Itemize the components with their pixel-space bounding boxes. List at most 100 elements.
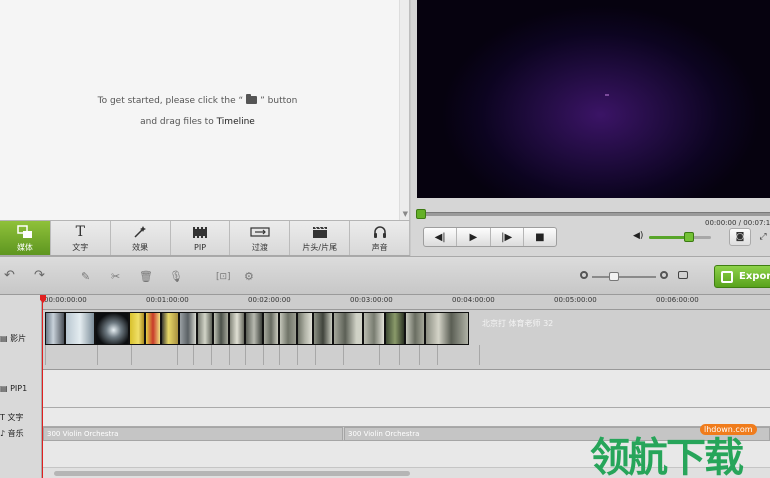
video-preview[interactable]	[417, 0, 770, 198]
zoom-knob[interactable]	[609, 272, 620, 281]
ruler-tick-label: 00:00:00:00	[44, 296, 87, 304]
video-clips	[45, 312, 469, 345]
track-video-label: 影片	[10, 334, 27, 343]
pip-track[interactable]	[42, 370, 770, 408]
settings-icon[interactable]: ⚙	[244, 271, 254, 282]
track-music-label: 音乐	[7, 429, 24, 438]
video-clip[interactable]	[425, 312, 469, 345]
track-text-label: 文字	[7, 413, 24, 422]
tab-intro-outro[interactable]: 片头/片尾	[290, 221, 351, 255]
track-video-header[interactable]: ▤ 影片	[0, 333, 26, 344]
tab-effects-label: 效果	[132, 242, 149, 252]
video-clip[interactable]	[129, 312, 145, 345]
previous-frame-icon: ◀|	[434, 231, 446, 243]
zoom-fit-button[interactable]	[678, 271, 688, 279]
previous-frame-button[interactable]: ◀|	[424, 228, 458, 246]
video-clip[interactable]	[363, 312, 385, 345]
zoom-in-button[interactable]	[660, 271, 668, 279]
seek-bar[interactable]	[416, 209, 770, 219]
video-clip[interactable]	[161, 312, 179, 345]
video-clip[interactable]	[197, 312, 213, 345]
volume-fill	[649, 236, 690, 239]
tab-pip[interactable]: PIP	[171, 221, 231, 255]
media-library-panel[interactable]: To get started, please click the “ ” butt…	[0, 0, 410, 220]
video-clip[interactable]	[333, 312, 363, 345]
tab-pip-label: PIP	[194, 242, 207, 252]
zoom-slider[interactable]	[592, 276, 656, 278]
track-pip-label: PIP1	[10, 384, 28, 393]
feature-tab-bar: 媒体 T 文字 效果 PIP 过渡 片头/片尾 声音	[0, 220, 411, 256]
tab-sound-label: 声音	[371, 242, 388, 252]
cut-icon[interactable]: ✂	[111, 271, 120, 282]
hint-line-1: To get started, please click the “ ” butt…	[0, 91, 395, 112]
snapshot-button[interactable]: ◙	[729, 228, 751, 246]
timeline-word: Timeline	[216, 117, 255, 127]
video-clip[interactable]	[213, 312, 229, 345]
export-button[interactable]: Export	[714, 265, 770, 288]
delete-icon[interactable]: 🗑	[139, 271, 153, 282]
video-clip[interactable]	[263, 312, 279, 345]
scrollbar-thumb[interactable]	[54, 471, 410, 476]
video-clip[interactable]	[45, 312, 65, 345]
music-clip[interactable]: 300 Violin Orchestra	[43, 427, 343, 441]
clip-audio-strip	[45, 345, 480, 365]
transition-icon	[250, 224, 270, 240]
ruler-tick-label: 00:01:00:00	[146, 296, 189, 304]
edit-icon[interactable]: ✎	[81, 271, 90, 282]
fullscreen-button[interactable]: ⤢	[756, 228, 770, 246]
video-clip[interactable]	[145, 312, 161, 345]
video-clip[interactable]	[95, 312, 129, 345]
tab-media[interactable]: 媒体	[0, 221, 51, 255]
video-clip[interactable]	[179, 312, 197, 345]
tab-transition[interactable]: 过渡	[230, 221, 291, 255]
track-labels: ▤ 影片 ▤ PIP1 T 文字 ♪ 音乐	[0, 295, 42, 478]
ruler-tick-label: 00:03:00:00	[350, 296, 393, 304]
tab-text[interactable]: T 文字	[51, 221, 111, 255]
tab-text-label: 文字	[72, 242, 89, 252]
hint-text-end: ” button	[260, 96, 298, 106]
video-track[interactable]: 北京打 体育老师 32	[42, 310, 770, 370]
stop-icon: ■	[535, 231, 545, 243]
video-clip[interactable]	[229, 312, 245, 345]
watermark: 领航下载 lhdown.com	[588, 420, 770, 478]
volume-slider[interactable]	[649, 232, 711, 242]
crop-icon[interactable]: [⊡]	[216, 272, 231, 283]
video-editor-window: To get started, please click the “ ” butt…	[0, 0, 770, 478]
effects-wand-icon	[133, 224, 147, 240]
video-clip[interactable]	[385, 312, 405, 345]
playhead-line[interactable]	[42, 295, 43, 478]
video-clip[interactable]	[297, 312, 313, 345]
media-icon	[17, 224, 33, 240]
camera-icon: ◙	[735, 232, 745, 242]
video-clip[interactable]	[65, 312, 95, 345]
clip-title: 北京打 体育老师 32	[482, 319, 554, 328]
tab-effects[interactable]: 效果	[111, 221, 171, 255]
volume-knob[interactable]	[684, 232, 695, 242]
media-scrollbar[interactable]: ▼	[399, 0, 409, 220]
track-text-header[interactable]: T 文字	[0, 412, 23, 423]
fullscreen-icon: ⤢	[759, 232, 767, 242]
video-clip[interactable]	[245, 312, 263, 345]
track-music-header[interactable]: ♪ 音乐	[0, 428, 24, 439]
volume-icon[interactable]: ◀)	[633, 231, 643, 241]
clapper-icon	[312, 224, 328, 240]
record-voice-icon[interactable]: 🎙	[169, 271, 183, 282]
undo-icon[interactable]: ↶	[4, 269, 15, 282]
play-button[interactable]: ▶	[457, 228, 491, 246]
time-ruler[interactable]: 00:00:00:00 00:01:00:00 00:02:00:00 00:0…	[42, 295, 770, 310]
video-clip[interactable]	[279, 312, 297, 345]
seek-handle[interactable]	[416, 209, 426, 219]
scroll-down-arrow-icon[interactable]: ▼	[403, 210, 408, 218]
redo-icon[interactable]: ↷	[34, 269, 45, 282]
pip-icon: ▤	[0, 384, 8, 393]
ruler-tick-label: 00:05:00:00	[554, 296, 597, 304]
video-clip[interactable]	[313, 312, 333, 345]
next-frame-button[interactable]: |▶	[491, 228, 524, 246]
track-pip-header[interactable]: ▤ PIP1	[0, 384, 27, 393]
folder-open-icon	[246, 94, 258, 104]
zoom-out-button[interactable]	[580, 271, 588, 279]
tab-sound[interactable]: 声音	[350, 221, 411, 255]
empty-media-hint: To get started, please click the “ ” butt…	[0, 91, 395, 133]
stop-button[interactable]: ■	[524, 228, 556, 246]
video-clip[interactable]	[405, 312, 425, 345]
